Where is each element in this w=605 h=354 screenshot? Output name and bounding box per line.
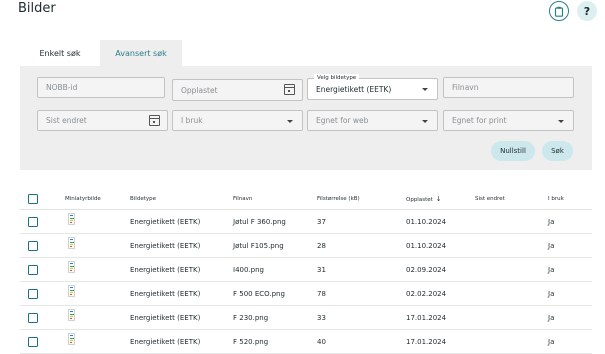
cell-image-type: Energietikett (EETK) — [130, 242, 201, 250]
header-actions: ? — [549, 1, 597, 21]
energy-label-thumbnail[interactable] — [68, 213, 75, 225]
row-checkbox[interactable] — [28, 289, 38, 299]
cell-uploaded: 01.10.2024 — [406, 218, 447, 226]
cell-uploaded: 01.10.2024 — [406, 242, 447, 250]
energy-label-thumbnail[interactable] — [68, 237, 75, 249]
image-type-value: Energietikett (EETK) — [316, 84, 392, 94]
row-checkbox[interactable] — [28, 337, 38, 347]
table-row[interactable]: Energietikett (EETK) Jøtul F105.png 28 01.1… — [20, 234, 592, 258]
help-button[interactable]: ? — [577, 1, 597, 21]
cell-filesize: 31 — [317, 266, 326, 274]
filename-placeholder: Filnavn — [452, 83, 479, 92]
col-uploaded[interactable]: Opplastet ↓ — [406, 195, 442, 203]
cell-filename: F 520.png — [233, 338, 269, 346]
cell-filesize: 40 — [317, 338, 326, 346]
table-row[interactable]: Energietikett (EETK) F 520.png 40 17.01.202… — [20, 330, 592, 354]
nobb-id-field[interactable]: NOBB-id — [37, 77, 165, 98]
cell-image-type: Energietikett (EETK) — [130, 290, 201, 298]
cell-uploaded: 17.01.2024 — [406, 314, 447, 322]
energy-label-thumbnail[interactable] — [68, 333, 75, 345]
chevron-down-icon — [422, 88, 428, 91]
row-checkbox[interactable] — [28, 217, 38, 227]
advanced-search-panel: NOBB-id Opplastet Velg bildetype Energie… — [20, 66, 592, 170]
uploaded-date-field[interactable]: Opplastet — [172, 79, 303, 101]
image-type-select[interactable]: Velg bildetype Energietikett (EETK) — [307, 74, 438, 100]
chevron-down-icon — [422, 120, 428, 123]
cell-in-use: Ja — [548, 290, 555, 298]
search-button[interactable]: Søk — [542, 141, 573, 161]
search-tabs: Enkelt søk Avansert søk — [20, 40, 182, 66]
cell-in-use: Ja — [548, 266, 555, 274]
cell-filesize: 28 — [317, 242, 326, 250]
web-select[interactable]: Egnet for web — [307, 110, 438, 131]
tab-simple-search[interactable]: Enkelt søk — [20, 40, 100, 66]
table-row[interactable]: Energietikett (EETK) F 230.png 33 17.01.202… — [20, 306, 592, 330]
image-type-label: Velg bildetype — [314, 74, 360, 82]
cell-image-type: Energietikett (EETK) — [130, 338, 201, 346]
chevron-down-icon — [287, 120, 293, 123]
table-row[interactable]: Energietikett (EETK) F 500 ECO.png 78 02.02… — [20, 282, 592, 306]
table-header: Miniatyrbilde Bildetype Filnavn Filstørr… — [20, 188, 592, 210]
cell-filename: I400.png — [233, 266, 264, 274]
chevron-down-icon — [558, 120, 564, 123]
clipboard-button[interactable] — [549, 1, 569, 21]
select-all-checkbox[interactable] — [28, 194, 38, 204]
nobb-id-placeholder: NOBB-id — [46, 83, 78, 92]
table-row[interactable]: Energietikett (EETK) I400.png 31 02.09.2024… — [20, 258, 592, 282]
energy-label-thumbnail[interactable] — [68, 285, 75, 297]
cell-uploaded: 17.01.2024 — [406, 338, 447, 346]
cell-in-use: Ja — [548, 338, 555, 346]
col-last-changed[interactable]: Sist endret — [475, 196, 505, 202]
print-placeholder: Egnet for print — [452, 116, 507, 125]
col-in-use[interactable]: I bruk — [548, 196, 564, 202]
print-select[interactable]: Egnet for print — [443, 110, 574, 131]
reset-button[interactable]: Nullstill — [491, 141, 535, 161]
cell-filesize: 37 — [317, 218, 326, 226]
row-checkbox[interactable] — [28, 313, 38, 323]
in-use-select[interactable]: I bruk — [172, 110, 303, 131]
table-row[interactable]: Energietikett (EETK) Jøtul F 360.png 37 01.… — [20, 210, 592, 234]
cell-filename: F 230.png — [233, 314, 269, 322]
image-table: Miniatyrbilde Bildetype Filnavn Filstørr… — [20, 188, 592, 354]
cell-image-type: Energietikett (EETK) — [130, 218, 201, 226]
row-checkbox[interactable] — [28, 241, 38, 251]
cell-filename: Jøtul F 360.png — [233, 218, 286, 226]
row-checkbox[interactable] — [28, 265, 38, 275]
col-image-type[interactable]: Bildetype — [130, 196, 156, 202]
cell-uploaded: 02.09.2024 — [406, 266, 447, 274]
cell-filename: F 500 ECO.png — [233, 290, 285, 298]
web-placeholder: Egnet for web — [316, 116, 369, 125]
clipboard-icon — [554, 6, 564, 17]
col-filesize[interactable]: Filstørrelse (kB) — [317, 196, 360, 202]
tab-advanced-search[interactable]: Avansert søk — [100, 40, 182, 66]
uploaded-placeholder: Opplastet — [181, 85, 218, 95]
arrow-down-icon: ↓ — [435, 194, 442, 203]
col-thumbnail: Miniatyrbilde — [65, 195, 101, 202]
in-use-placeholder: I bruk — [181, 116, 203, 125]
cell-uploaded: 02.02.2024 — [406, 290, 447, 298]
last-changed-field[interactable]: Sist endret — [37, 110, 168, 131]
cell-filesize: 33 — [317, 314, 326, 322]
cell-image-type: Energietikett (EETK) — [130, 266, 201, 274]
page-title: Bilder — [18, 1, 56, 16]
cell-image-type: Energietikett (EETK) — [130, 314, 201, 322]
help-icon: ? — [583, 4, 591, 18]
cell-in-use: Ja — [548, 314, 555, 322]
calendar-icon[interactable] — [149, 115, 160, 126]
last-changed-placeholder: Sist endret — [46, 116, 87, 125]
calendar-icon[interactable] — [284, 84, 295, 95]
cell-in-use: Ja — [548, 242, 555, 250]
col-filename[interactable]: Filnavn — [233, 196, 252, 202]
cell-filename: Jøtul F105.png — [233, 242, 284, 250]
cell-in-use: Ja — [548, 218, 555, 226]
energy-label-thumbnail[interactable] — [68, 309, 75, 321]
cell-filesize: 78 — [317, 290, 326, 298]
energy-label-thumbnail[interactable] — [68, 261, 75, 273]
col-uploaded-label: Opplastet — [406, 196, 433, 203]
filename-field[interactable]: Filnavn — [443, 77, 574, 98]
